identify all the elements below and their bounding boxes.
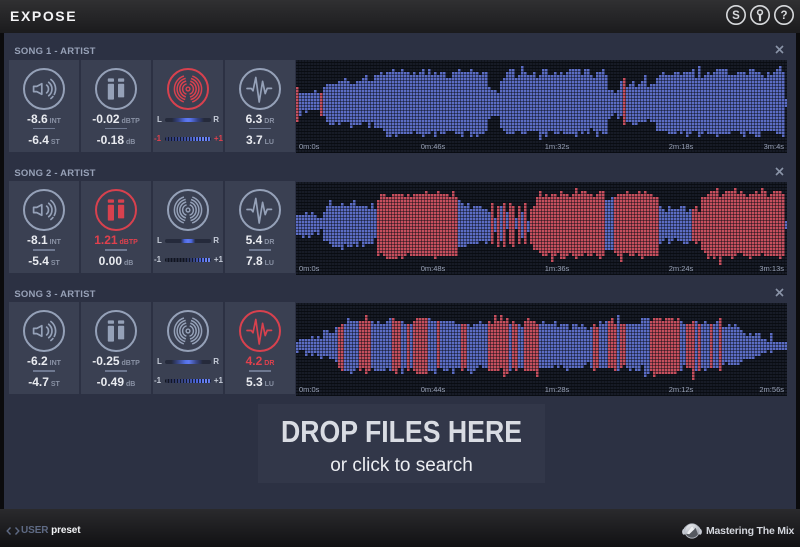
svg-text:?: ? bbox=[780, 10, 787, 22]
svg-text:S: S bbox=[732, 10, 740, 22]
svg-text:1m:28s: 1m:28s bbox=[545, 385, 570, 394]
svg-text:2m:56s: 2m:56s bbox=[759, 385, 784, 394]
svg-text:3m:4s: 3m:4s bbox=[764, 142, 785, 151]
svg-text:0m:0s: 0m:0s bbox=[299, 142, 320, 151]
svg-text:2m:18s: 2m:18s bbox=[669, 142, 694, 151]
svg-text:0m:0s: 0m:0s bbox=[299, 264, 320, 273]
svg-text:0m:44s: 0m:44s bbox=[421, 385, 446, 394]
svg-text:3m:13s: 3m:13s bbox=[759, 264, 784, 273]
svg-text:2m:24s: 2m:24s bbox=[669, 264, 694, 273]
svg-text:0m:0s: 0m:0s bbox=[299, 385, 320, 394]
svg-text:1m:32s: 1m:32s bbox=[545, 142, 570, 151]
svg-text:1m:36s: 1m:36s bbox=[545, 264, 570, 273]
svg-text:2m:12s: 2m:12s bbox=[669, 385, 694, 394]
svg-text:0m:48s: 0m:48s bbox=[421, 264, 446, 273]
svg-text:0m:46s: 0m:46s bbox=[421, 142, 446, 151]
